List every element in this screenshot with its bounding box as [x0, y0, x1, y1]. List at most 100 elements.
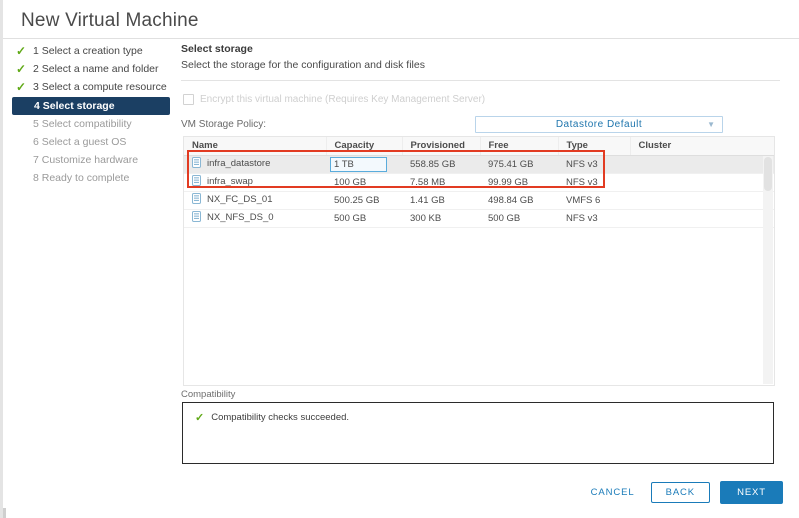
wizard-step-4[interactable]: 4 Select storage	[12, 97, 170, 115]
datastore-icon	[192, 211, 201, 225]
compatibility-panel: ✓ Compatibility checks succeeded.	[182, 402, 774, 464]
new-virtual-machine-wizard: New Virtual Machine ✓ 1 Select a creation…	[0, 0, 799, 518]
provisioned-cell[interactable]: 300 KB	[402, 209, 480, 228]
check-icon: ✓	[195, 412, 205, 424]
capacity-cell[interactable]: 500.25 GB	[326, 191, 402, 210]
column-header-type[interactable]: Type	[558, 137, 631, 156]
column-header-cluster[interactable]: Cluster	[630, 137, 774, 156]
datastore-name: NX_FC_DS_01	[207, 194, 273, 205]
datastore-name-cell[interactable]: infra_datastore	[184, 155, 326, 174]
datastore-name-cell[interactable]: infra_swap	[184, 173, 326, 192]
wizard-step-3[interactable]: ✓ 3 Select a compute resource	[11, 79, 175, 96]
chevron-down-icon: ▼	[707, 119, 715, 129]
cluster-cell[interactable]	[630, 173, 774, 192]
datastore-icon	[192, 157, 201, 171]
column-header-provisioned[interactable]: Provisioned	[402, 137, 481, 156]
capacity-cell[interactable]: 100 GB	[326, 173, 402, 192]
wizard-step-8[interactable]: 8 Ready to complete	[11, 170, 175, 187]
capacity-value: 100 GB	[334, 176, 367, 188]
wizard-step-5[interactable]: 5 Select compatibility	[11, 116, 175, 133]
wizard-step-7[interactable]: 7 Customize hardware	[11, 152, 175, 169]
table-body: infra_datastore 1 TB 558.85 GB 975.41 GB NFS…	[184, 155, 774, 228]
column-header-name[interactable]: Name	[184, 137, 327, 156]
main-panel: Select storage Select the storage for th…	[181, 43, 781, 71]
back-button[interactable]: BACK	[650, 482, 711, 503]
datastore-icon	[192, 175, 201, 189]
datastore-name: NX_NFS_DS_0	[207, 212, 274, 223]
type-cell[interactable]: NFS v3	[558, 209, 630, 228]
next-button[interactable]: NEXT	[720, 481, 783, 504]
compatibility-label: Compatibility	[181, 389, 236, 400]
wizard-step-label: 2 Select a name and folder	[33, 63, 159, 75]
table-row[interactable]: infra_swap 100 GB 7.58 MB 99.99 GB NFS v3	[184, 173, 774, 192]
cancel-button[interactable]: CANCEL	[585, 483, 641, 502]
scrollbar-thumb[interactable]	[764, 157, 772, 191]
column-header-free[interactable]: Free	[480, 137, 559, 156]
provisioned-cell[interactable]: 7.58 MB	[402, 173, 480, 192]
table-row[interactable]: infra_datastore 1 TB 558.85 GB 975.41 GB NFS…	[184, 155, 774, 174]
table-vertical-scrollbar[interactable]	[763, 156, 773, 384]
vm-storage-policy-label: VM Storage Policy:	[181, 119, 267, 130]
provisioned-value: 7.58 MB	[410, 176, 446, 188]
check-icon: ✓	[16, 44, 27, 58]
wizard-step-6[interactable]: 6 Select a guest OS	[11, 134, 175, 151]
datastore-name: infra_swap	[207, 176, 253, 187]
datastore-name-cell[interactable]: NX_NFS_DS_0	[184, 209, 326, 228]
table-row[interactable]: NX_FC_DS_01 500.25 GB 1.41 GB 498.84 GB VMFS…	[184, 191, 774, 210]
free-cell[interactable]: 498.84 GB	[480, 191, 558, 210]
vm-storage-policy-value: Datastore Default	[555, 119, 643, 130]
capacity-cell[interactable]: 500 GB	[326, 209, 402, 228]
check-icon: ✓	[16, 62, 27, 76]
wizard-step-label: 7 Customize hardware	[33, 154, 139, 166]
wizard-step-label: 5 Select compatibility	[33, 118, 132, 130]
provisioned-value: 1.41 GB	[410, 194, 445, 206]
encrypt-vm-row[interactable]: Encrypt this virtual machine (Requires K…	[183, 94, 485, 105]
cluster-cell[interactable]	[630, 209, 774, 228]
datastore-table-container[interactable]: Name Capacity Provisioned Free Type Cluster i…	[183, 136, 775, 386]
provisioned-cell[interactable]: 558.85 GB	[402, 155, 480, 174]
panel-subtitle: Select the storage for the configuration…	[181, 59, 425, 71]
wizard-step-list: ✓ 1 Select a creation type ✓ 2 Select a nam…	[11, 43, 175, 188]
free-cell[interactable]: 975.41 GB	[480, 155, 558, 174]
free-cell[interactable]: 99.99 GB	[480, 173, 558, 192]
datastore-name: infra_datastore	[207, 158, 271, 169]
wizard-step-label: 4 Select storage	[34, 100, 115, 112]
type-value: VMFS 6	[566, 194, 601, 206]
free-value: 99.99 GB	[488, 176, 529, 188]
check-icon: ✓	[16, 80, 27, 94]
free-value: 975.41 GB	[488, 158, 534, 170]
wizard-step-2[interactable]: ✓ 2 Select a name and folder	[11, 61, 175, 78]
capacity-value: 500 GB	[334, 212, 367, 224]
panel-divider	[181, 80, 780, 81]
capacity-value: 500.25 GB	[334, 194, 380, 206]
wizard-step-label: 3 Select a compute resource	[33, 81, 167, 93]
encrypt-vm-label: Encrypt this virtual machine (Requires K…	[200, 94, 486, 105]
type-cell[interactable]: NFS v3	[558, 173, 630, 192]
cluster-cell[interactable]	[630, 155, 774, 174]
title-divider	[3, 38, 799, 39]
capacity-value: 1 TB	[330, 156, 387, 172]
provisioned-cell[interactable]: 1.41 GB	[402, 191, 480, 210]
panel-title: Select storage	[181, 43, 253, 55]
type-cell[interactable]: VMFS 6	[558, 191, 630, 210]
datastore-name-cell[interactable]: NX_FC_DS_01	[184, 191, 326, 210]
wizard-step-label: 8 Ready to complete	[33, 172, 130, 184]
column-header-capacity[interactable]: Capacity	[326, 137, 403, 156]
free-value: 500 GB	[488, 212, 521, 224]
page-title: New Virtual Machine	[21, 10, 199, 31]
compatibility-message-row: ✓ Compatibility checks succeeded.	[195, 411, 349, 424]
provisioned-value: 300 KB	[410, 212, 442, 224]
type-cell[interactable]: NFS v3	[558, 155, 630, 174]
wizard-step-label: 6 Select a guest OS	[33, 136, 127, 148]
table-row[interactable]: NX_NFS_DS_0 500 GB 300 KB 500 GB NFS v3	[184, 209, 774, 228]
encrypt-vm-checkbox[interactable]	[183, 94, 194, 105]
type-value: NFS v3	[566, 212, 598, 224]
vm-storage-policy-select[interactable]: Datastore Default ▼	[475, 116, 723, 133]
free-cell[interactable]: 500 GB	[480, 209, 558, 228]
wizard-footer: CANCEL BACK NEXT	[585, 481, 783, 504]
cluster-cell[interactable]	[630, 191, 774, 210]
datastore-icon	[192, 193, 201, 207]
wizard-step-1[interactable]: ✓ 1 Select a creation type	[11, 43, 175, 60]
capacity-cell[interactable]: 1 TB	[326, 155, 402, 174]
compatibility-message: Compatibility checks succeeded.	[211, 412, 350, 423]
